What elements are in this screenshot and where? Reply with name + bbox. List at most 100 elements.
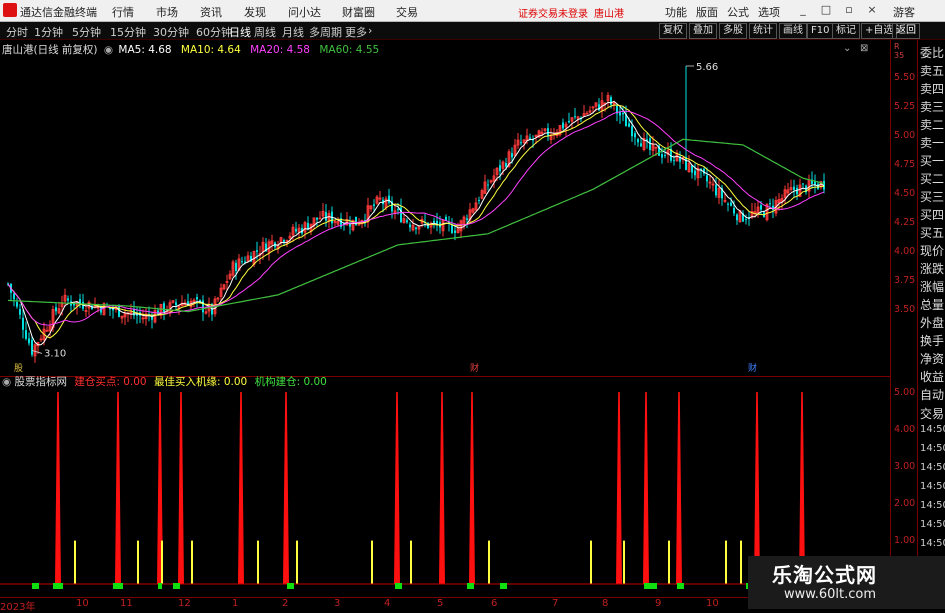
period-tab-15min[interactable]: 15分钟	[110, 24, 146, 40]
date-tick: 4	[384, 598, 391, 609]
candle-body	[325, 212, 327, 221]
candle-body	[241, 261, 243, 263]
date-tick: 3	[334, 598, 341, 609]
period-tab-5min[interactable]: 5分钟	[72, 24, 101, 40]
date-tick: 7	[552, 598, 559, 609]
low-price-label: 3.10	[44, 348, 66, 359]
app-logo-icon	[3, 3, 17, 17]
period-tab-weekly[interactable]: 周线	[254, 24, 276, 40]
candlestick-chart[interactable]: 5.66 3.10 股 财 财	[0, 40, 890, 376]
quote-field-label[interactable]: 自动	[920, 386, 944, 403]
date-tick: 8	[602, 598, 609, 609]
buy-point-bar	[676, 392, 682, 584]
date-tick: 5	[437, 598, 444, 609]
best-buy-bar	[668, 540, 670, 584]
period-tab-30min[interactable]: 30分钟	[153, 24, 189, 40]
quote-field-label: 买一	[920, 154, 945, 168]
quote-field-label: 涨幅	[920, 280, 945, 294]
candle-body	[673, 160, 675, 162]
candle-body	[769, 203, 771, 205]
close-icon[interactable]: ×	[866, 4, 878, 16]
candle-body	[55, 307, 57, 312]
institution-build-bar	[470, 583, 474, 589]
candle-body	[256, 250, 258, 252]
candle-body	[706, 175, 708, 182]
best-buy-bar	[191, 540, 193, 584]
menu-item-discover[interactable]: 发现	[244, 4, 266, 20]
candle-body	[628, 123, 630, 127]
candle-body	[733, 207, 735, 214]
mark-button[interactable]: 标记	[832, 23, 860, 39]
statistics-button[interactable]: 统计	[749, 23, 777, 39]
menu-item-layout[interactable]: 版面	[696, 4, 718, 20]
institution-build-bar	[59, 583, 63, 589]
buy-point-bar	[55, 392, 61, 584]
back-button[interactable]: 返回	[892, 23, 920, 39]
best-buy-bar	[161, 540, 163, 584]
buy-point-bar	[238, 392, 244, 584]
menu-item-ask[interactable]: 问小达	[288, 4, 321, 20]
indicator-tick: 5.00	[894, 387, 916, 398]
candle-body	[388, 195, 390, 203]
maximize-icon[interactable]: ▫	[843, 4, 855, 16]
period-tab-60min[interactable]: 60分钟	[196, 24, 232, 40]
more-chevron-icon[interactable]: ›	[368, 24, 372, 37]
candle-body	[796, 187, 798, 195]
login-notice[interactable]: 证券交易未登录	[518, 5, 588, 20]
menu-item-trade[interactable]: 交易	[396, 4, 418, 20]
draw-line-button[interactable]: 画线	[779, 23, 807, 39]
candle-body	[562, 122, 564, 129]
overlay-button[interactable]: 叠加	[689, 23, 717, 39]
menu-item-news[interactable]: 资讯	[200, 4, 222, 20]
institution-build-bar	[176, 583, 180, 589]
price-tick: 4.75	[894, 159, 916, 170]
multi-stock-button[interactable]: 多股	[719, 23, 747, 39]
best-buy-bar	[725, 540, 727, 584]
candle-body	[355, 216, 357, 226]
trade-time-label: 14:50	[920, 462, 945, 473]
menu-item-options[interactable]: 选项	[758, 4, 780, 20]
buy-point-bar	[283, 392, 289, 584]
period-tab-more[interactable]: 更多	[345, 24, 367, 40]
menu-item-quotes[interactable]: 行情	[112, 4, 134, 20]
menu-item-wealth[interactable]: 财富圈	[342, 4, 375, 20]
candle-body	[694, 170, 696, 176]
guest-label[interactable]: 游客	[893, 4, 915, 20]
period-tab-daily[interactable]: 日线	[229, 24, 251, 40]
period-tab-1min[interactable]: 1分钟	[34, 24, 63, 40]
price-tick: 5.00	[894, 130, 916, 141]
f10-button[interactable]: F10	[807, 23, 834, 39]
period-tab-multi[interactable]: 多周期	[309, 24, 342, 40]
institution-build-bar	[503, 583, 507, 589]
high-price-label: 5.66	[696, 62, 718, 73]
restore-icon[interactable]: □	[820, 4, 832, 16]
quote-field-label: 总量	[920, 298, 945, 312]
menu-item-function[interactable]: 功能	[665, 4, 687, 20]
candle-body	[649, 138, 651, 150]
adjust-button[interactable]: 复权	[659, 23, 687, 39]
buy-point-bar	[469, 392, 475, 584]
watermark: 乐淘公式网 www.60lt.com	[748, 556, 945, 609]
trade-time-label: 14:50	[920, 538, 945, 549]
period-tab-monthly[interactable]: 月线	[282, 24, 304, 40]
candle-body	[19, 308, 21, 315]
candle-body	[22, 317, 24, 330]
buy-point-bar	[394, 392, 400, 584]
event-marker: 财	[470, 362, 479, 374]
date-tick: 6	[491, 598, 498, 609]
period-tab-intraday[interactable]: 分时	[6, 24, 28, 40]
date-tick: 9	[655, 598, 662, 609]
menu-item-market[interactable]: 市场	[156, 4, 178, 20]
buy-point-bar	[178, 392, 184, 584]
quote-field-label[interactable]: 交易	[920, 405, 944, 422]
buy-point-bar	[616, 392, 622, 584]
event-marker: 财	[748, 362, 757, 374]
buy-point-bar	[439, 392, 445, 584]
price-tick: 4.50	[894, 188, 916, 199]
menu-item-formula[interactable]: 公式	[727, 4, 749, 20]
candle-body	[622, 112, 624, 115]
quote-field-label: 收益	[920, 370, 945, 384]
best-buy-bar	[410, 540, 412, 584]
minimize-icon[interactable]: _	[797, 4, 809, 16]
candle-body	[16, 302, 18, 307]
